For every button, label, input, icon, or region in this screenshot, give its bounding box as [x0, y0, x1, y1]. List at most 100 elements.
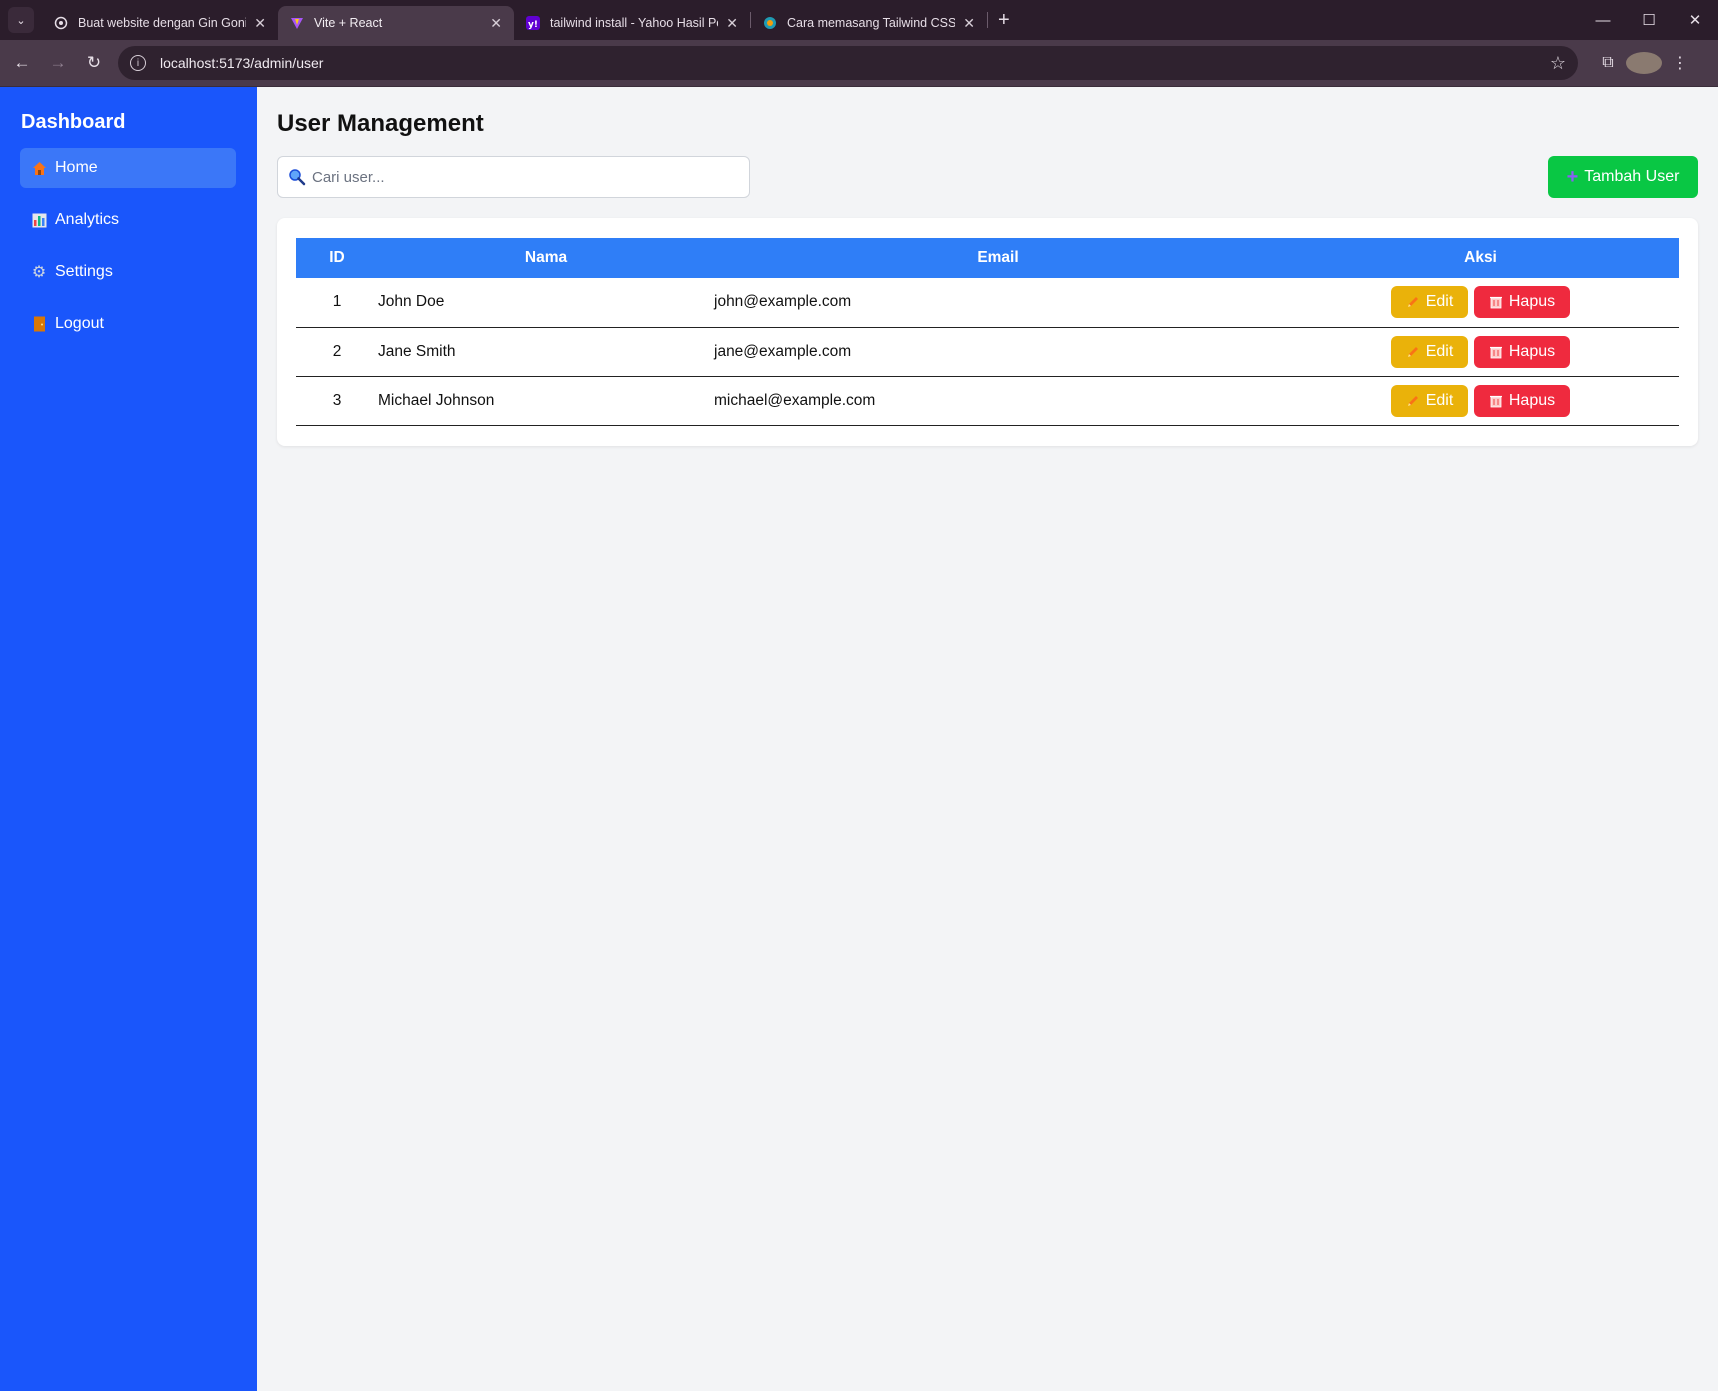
delete-button[interactable]: Hapus — [1474, 335, 1570, 368]
tab-divider — [987, 12, 988, 28]
vite-icon — [291, 18, 303, 29]
search-box[interactable] — [277, 156, 750, 198]
url-text[interactable]: localhost:5173/admin/user — [160, 55, 1550, 71]
svg-text:y!: y! — [528, 20, 538, 30]
delete-label: Hapus — [1508, 391, 1556, 409]
close-tab-icon[interactable]: ✕ — [963, 15, 975, 32]
table-row: 3 Michael Johnson michael@example.com Ed… — [296, 376, 1679, 426]
tab-title: tailwind install - Yahoo Hasil Pe — [550, 16, 719, 30]
tab-search-button[interactable]: ⌄ — [8, 7, 34, 33]
column-header-nama: Nama — [524, 249, 568, 266]
cell-id: 1 — [296, 278, 378, 328]
cell-id: 2 — [296, 327, 378, 377]
edit-button[interactable]: Edit — [1391, 286, 1468, 319]
cell-actions: Edit Hapus — [1282, 327, 1679, 377]
toolbar: + Tambah User — [277, 156, 1698, 198]
menu-dots-icon[interactable]: ⋮ — [1662, 53, 1698, 73]
plus-icon: + — [1566, 166, 1579, 188]
new-tab-icon[interactable]: + — [998, 9, 1010, 32]
edit-button[interactable]: Edit — [1391, 335, 1468, 368]
home-icon — [31, 160, 47, 176]
sidebar-item-label: Home — [55, 159, 98, 176]
table-row: 2 Jane Smith jane@example.com Edit Hapus — [296, 327, 1679, 377]
cell-name: Michael Johnson — [378, 376, 714, 426]
delete-label: Hapus — [1508, 293, 1556, 311]
chart-icon — [31, 212, 47, 228]
edit-label: Edit — [1425, 391, 1454, 409]
pencil-icon — [1407, 346, 1418, 357]
gear-icon: ⚙ — [31, 264, 47, 281]
minimize-icon[interactable]: — — [1580, 0, 1626, 40]
sidebar-item-home[interactable]: Home — [20, 148, 236, 188]
browser-tab[interactable]: Cara memasang Tailwind CSS w ✕ — [751, 6, 987, 40]
sidebar-item-settings[interactable]: ⚙ Settings — [20, 252, 236, 292]
delete-button[interactable]: Hapus — [1474, 286, 1570, 319]
sidebar-item-label: Settings — [55, 263, 113, 280]
avatar — [1626, 52, 1662, 74]
maximize-icon[interactable]: ☐ — [1626, 0, 1672, 40]
reload-icon[interactable]: ↻ — [76, 53, 112, 73]
forward-icon[interactable]: → — [40, 53, 76, 73]
edit-button[interactable]: Edit — [1391, 384, 1468, 417]
cell-email: jane@example.com — [714, 327, 1282, 377]
close-tab-icon[interactable]: ✕ — [490, 15, 502, 32]
search-icon — [289, 169, 306, 186]
bookmark-star-icon[interactable]: ☆ — [1550, 53, 1566, 74]
column-header-aksi: Aksi — [1464, 249, 1497, 266]
trash-icon — [1489, 395, 1502, 407]
cell-email: john@example.com — [714, 278, 1282, 328]
table-row: 1 John Doe john@example.com Edit Hapus — [296, 278, 1679, 328]
browser-toolbar: ← → ↻ i localhost:5173/admin/user ☆ ⧉ ⋮ — [0, 40, 1718, 87]
window-controls: — ☐ ✕ — [1580, 0, 1718, 40]
back-icon[interactable]: ← — [4, 53, 40, 73]
column-header-email: Email — [977, 249, 1019, 266]
sidebar-item-analytics[interactable]: Analytics — [20, 200, 236, 240]
delete-button[interactable]: Hapus — [1474, 384, 1570, 417]
sidebar-title: Dashboard — [21, 111, 126, 133]
yahoo-icon: y! — [526, 16, 540, 30]
extensions-icon[interactable]: ⧉ — [1590, 54, 1626, 72]
pencil-icon — [1407, 297, 1418, 308]
trash-icon — [1489, 297, 1502, 309]
sidebar: Dashboard Home Analytics ⚙ Settings Logo… — [0, 87, 257, 1391]
cell-id: 3 — [296, 376, 378, 426]
tab-title: Cara memasang Tailwind CSS w — [787, 16, 956, 30]
table-header-row: ID Nama Email Aksi — [296, 238, 1679, 278]
browser-actions: ⧉ ⋮ — [1590, 52, 1698, 74]
chatgpt-icon — [54, 16, 68, 30]
sidebar-item-logout[interactable]: Logout — [20, 304, 236, 344]
profile-avatar[interactable] — [1626, 52, 1662, 74]
user-table: ID Nama Email Aksi 1 John Doe john@examp… — [296, 238, 1679, 426]
cell-email: michael@example.com — [714, 376, 1282, 426]
site-info-icon[interactable]: i — [130, 55, 146, 71]
page-title: User Management — [277, 110, 484, 137]
door-icon — [31, 316, 47, 332]
close-tab-icon[interactable]: ✕ — [254, 15, 266, 32]
search-input[interactable] — [312, 168, 749, 186]
cell-actions: Edit Hapus — [1282, 278, 1679, 328]
close-tab-icon[interactable]: ✕ — [726, 15, 738, 32]
pencil-icon — [1407, 395, 1418, 406]
column-header-id: ID — [329, 249, 345, 266]
add-user-label: Tambah User — [1584, 168, 1680, 185]
address-bar[interactable]: i localhost:5173/admin/user ☆ — [118, 46, 1578, 80]
cell-actions: Edit Hapus — [1282, 376, 1679, 426]
sidebar-item-label: Analytics — [55, 211, 120, 228]
browser-tab-bar: ⌄ Buat website dengan Gin Gonic ✕ Vite +… — [0, 0, 1718, 40]
trash-icon — [1489, 346, 1502, 358]
edit-label: Edit — [1425, 342, 1454, 360]
browser-tab[interactable]: y! tailwind install - Yahoo Hasil Pe ✕ — [514, 6, 750, 40]
edit-label: Edit — [1425, 293, 1454, 311]
sidebar-item-label: Logout — [55, 315, 104, 332]
copilot-icon — [764, 17, 776, 29]
tab-title: Vite + React — [314, 16, 383, 30]
browser-tab-active[interactable]: Vite + React ✕ — [278, 6, 514, 40]
cell-name: Jane Smith — [378, 327, 714, 377]
browser-tab[interactable]: Buat website dengan Gin Gonic ✕ — [42, 6, 278, 40]
tab-title: Buat website dengan Gin Gonic — [78, 16, 247, 30]
add-user-button[interactable]: + Tambah User — [1548, 156, 1698, 198]
user-table-card: ID Nama Email Aksi 1 John Doe john@examp… — [277, 218, 1698, 446]
delete-label: Hapus — [1508, 342, 1556, 360]
close-window-icon[interactable]: ✕ — [1672, 0, 1718, 40]
cell-name: John Doe — [378, 278, 714, 328]
